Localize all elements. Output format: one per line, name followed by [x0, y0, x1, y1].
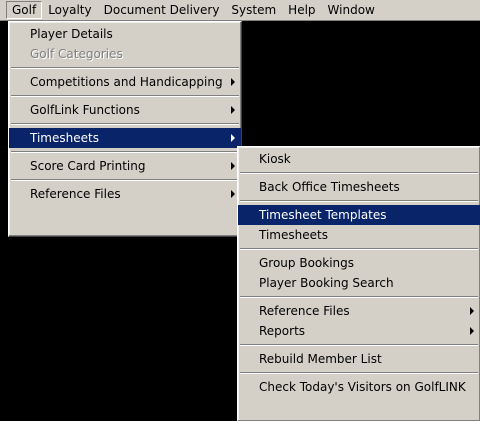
menu-item-reports[interactable]: Reports: [238, 321, 480, 341]
menu-item-reference-files-sub[interactable]: Reference Files: [238, 301, 480, 321]
menu-item-label: Score Card Printing: [30, 159, 146, 173]
menu-item-timesheets[interactable]: Timesheets: [238, 225, 480, 245]
menu-item-back-office-timesheets[interactable]: Back Office Timesheets: [238, 177, 480, 197]
submenu-arrow-icon: [231, 134, 235, 142]
menu-item-competitions-and-handicapping[interactable]: Competitions and Handicapping: [9, 72, 241, 92]
menu-item-label: Competitions and Handicapping: [30, 75, 223, 89]
menu-separator: [240, 200, 478, 202]
menu-item-label: Kiosk: [259, 152, 291, 166]
menu-item-label: Timesheet Templates: [259, 208, 387, 222]
menu-item-player-details[interactable]: Player Details: [9, 24, 241, 44]
submenu-arrow-icon: [231, 190, 235, 198]
menu-item-golflink-functions[interactable]: GolfLink Functions: [9, 100, 241, 120]
menu-system[interactable]: System: [225, 1, 282, 19]
menu-separator: [240, 296, 478, 298]
menu-item-label: Reports: [259, 324, 306, 338]
menu-item-timesheet-templates[interactable]: Timesheet Templates: [238, 205, 480, 225]
menu-separator: [240, 344, 478, 346]
menu-item-label: Golf Categories: [30, 47, 123, 61]
menu-help[interactable]: Help: [282, 1, 321, 19]
menu-window[interactable]: Window: [322, 1, 381, 19]
menu-separator: [240, 172, 478, 174]
menu-separator: [11, 151, 239, 153]
menu-item-score-card-printing[interactable]: Score Card Printing: [9, 156, 241, 176]
menu-separator: [240, 248, 478, 250]
menu-item-player-booking-search[interactable]: Player Booking Search: [238, 273, 480, 293]
menu-item-label: Timesheets: [30, 131, 99, 145]
submenu-arrow-icon: [470, 327, 474, 335]
menu-item-label: Reference Files: [30, 187, 121, 201]
menu-separator: [11, 179, 239, 181]
submenu-arrow-icon: [231, 78, 235, 86]
menu-bar: Golf Loyalty Document Delivery System He…: [0, 0, 480, 21]
menu-item-label: Player Booking Search: [259, 276, 394, 290]
menu-item-golf-categories: Golf Categories: [9, 44, 241, 64]
menu-item-kiosk[interactable]: Kiosk: [238, 149, 480, 169]
golf-menu: Player Details Golf Categories Competiti…: [8, 21, 242, 237]
menu-item-check-todays-visitors[interactable]: Check Today's Visitors on GolfLINK: [238, 377, 480, 397]
menu-item-reference-files[interactable]: Reference Files: [9, 184, 241, 204]
menu-document-delivery[interactable]: Document Delivery: [98, 1, 226, 19]
submenu-arrow-icon: [470, 307, 474, 315]
menu-golf[interactable]: Golf: [6, 1, 43, 19]
menu-item-label: Timesheets: [259, 228, 328, 242]
menu-loyalty[interactable]: Loyalty: [42, 1, 97, 19]
menu-separator: [11, 123, 239, 125]
submenu-arrow-icon: [231, 162, 235, 170]
menu-item-label: Group Bookings: [259, 256, 355, 270]
menu-item-label: Back Office Timesheets: [259, 180, 400, 194]
menu-item-label: Rebuild Member List: [259, 352, 382, 366]
menu-separator: [11, 95, 239, 97]
menu-item-timesheets[interactable]: Timesheets: [9, 128, 241, 148]
menu-item-label: Check Today's Visitors on GolfLINK: [259, 380, 466, 394]
menu-item-label: Reference Files: [259, 304, 350, 318]
menu-item-group-bookings[interactable]: Group Bookings: [238, 253, 480, 273]
submenu-arrow-icon: [231, 106, 235, 114]
timesheets-submenu: Kiosk Back Office Timesheets Timesheet T…: [237, 146, 480, 421]
menu-item-rebuild-member-list[interactable]: Rebuild Member List: [238, 349, 480, 369]
menu-separator: [240, 372, 478, 374]
menu-item-label: GolfLink Functions: [30, 103, 140, 117]
menu-separator: [11, 67, 239, 69]
menu-item-label: Player Details: [30, 27, 113, 41]
